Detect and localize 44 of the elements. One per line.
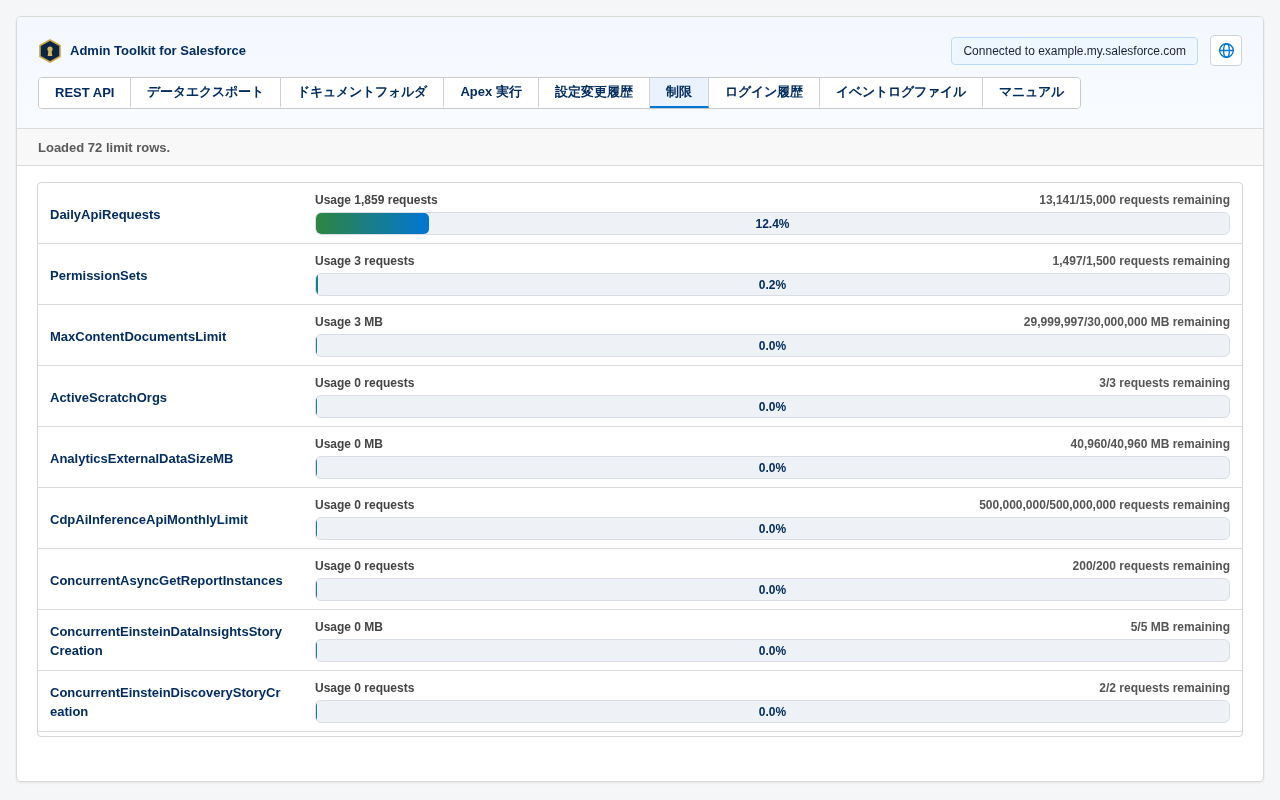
limit-name: ConcurrentEinsteinDiscoveryStoryCreation [50,684,282,721]
usage-text: Usage 3 requests [315,254,415,269]
usage-percent: 0.0% [758,338,787,353]
usage-percent: 0.0% [758,460,787,475]
usage-text: Usage 3 MB [315,315,384,330]
usage-text: Usage 0 requests [315,681,415,696]
limit-name: ConcurrentEinsteinDataInsightsStoryCreation [50,623,283,660]
limit-name: PermissionSets [50,266,149,285]
remaining-text: 29,999,997/30,000,000 MB remaining [1023,315,1230,330]
remaining-text: 13,141/15,000 requests remaining [1039,193,1230,208]
usage-percent: 0.0% [758,582,787,597]
remaining-text: 5/5 MB remaining [1130,620,1230,635]
limit-name: ActiveScratchOrgs [50,388,169,407]
limit-name: DailyApiRequests [50,205,162,224]
usage-text: Usage 0 MB [315,437,384,452]
usage-percent: 0.0% [758,704,787,719]
usage-text: Usage 1,859 requests [315,193,438,208]
remaining-text: 1,497/1,500 requests remaining [1052,254,1230,269]
remaining-text: 40,960/40,960 MB remaining [1070,437,1230,452]
remaining-text: 2/2 requests remaining [1099,681,1230,696]
status-message: Loaded 72 limit rows. [38,139,171,155]
usage-percent: 12.4% [755,216,790,231]
app-title: Admin Toolkit for Salesforce [70,43,246,58]
keyhole-shield-logo-icon [38,38,62,63]
usage-text: Usage 0 requests [315,559,415,574]
limit-name: AnalyticsExternalDataSizeMB [50,449,235,468]
nav-tab[interactable]: REST API [39,78,132,108]
usage-percent: 0.2% [758,277,787,292]
remaining-text: 500,000,000/500,000,000 requests remaining [979,498,1230,513]
limit-name: CdpAiInferenceApiMonthlyLimit [50,510,249,529]
connection-badge: Connected to example.my.salesforce.com [951,36,1198,65]
language-button[interactable] [1210,35,1242,66]
remaining-text: 200/200 requests remaining [1072,559,1230,574]
usage-percent: 0.0% [758,643,787,658]
nav-tab[interactable]: 制限 [649,78,709,108]
usage-text: Usage 0 requests [315,376,415,391]
limit-name: MaxContentDocumentsLimit [50,327,228,346]
usage-text: Usage 0 requests [315,498,415,513]
usage-percent: 0.0% [758,399,787,414]
usage-percent: 0.0% [758,521,787,536]
usage-text: Usage 0 MB [315,620,384,635]
globe-icon [1217,42,1235,59]
remaining-text: 3/3 requests remaining [1099,376,1230,391]
limit-name: ConcurrentAsyncGetReportInstances [50,571,284,590]
